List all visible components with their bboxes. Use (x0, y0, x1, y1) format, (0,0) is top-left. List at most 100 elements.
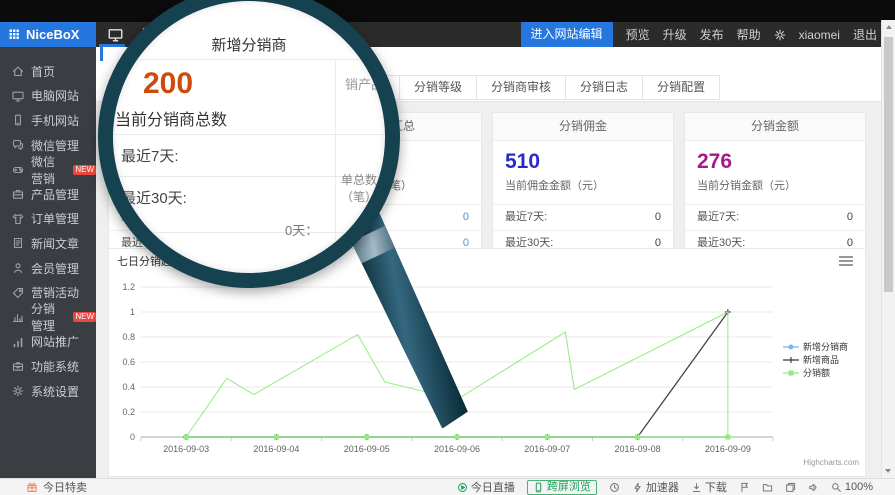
publish-link[interactable]: 发布 (700, 26, 724, 43)
enter-site-editor-button[interactable]: 进入网站编辑 (521, 22, 613, 47)
download-button[interactable]: 下载 (691, 479, 727, 495)
sidebar-item-wechat-marketing[interactable]: 微信营销NEW (0, 157, 96, 182)
legend-item[interactable]: 分销额 (803, 367, 830, 378)
sidebar-item-pc-site[interactable]: 电脑网站 (0, 84, 96, 109)
download-icon (691, 482, 702, 493)
card-value: 510 (505, 150, 661, 175)
svg-text:2016-09-08: 2016-09-08 (615, 444, 661, 454)
sidebar: 首页 电脑网站 手机网站 微信管理 微信营销NEW 产品管理 订单管理 新闻文章… (0, 47, 96, 478)
home-icon (12, 65, 24, 77)
svg-text:2016-09-06: 2016-09-06 (434, 444, 480, 454)
grid-menu-icon (9, 29, 20, 40)
svg-text:2016-09-04: 2016-09-04 (253, 444, 299, 454)
svg-text:0.4: 0.4 (122, 382, 135, 392)
svg-text:0: 0 (130, 432, 135, 442)
sidebar-item-products[interactable]: 产品管理 (0, 182, 96, 207)
upgrade-link[interactable]: 升级 (663, 26, 687, 43)
svg-text:0.8: 0.8 (122, 332, 135, 342)
svg-text:2016-09-05: 2016-09-05 (344, 444, 390, 454)
dashboard-window: NiceBoX 进入网站编辑 预览 升级 发布 帮助 xiaomei 退出 首页… (0, 0, 895, 495)
mobile-icon (12, 114, 24, 126)
logout-link[interactable]: 退出 (853, 26, 877, 43)
promotion-icon (12, 336, 24, 348)
trend-chart: 0 0.2 0.4 0.6 0.8 1 1.2 2016-09-03 2016-09-04 201… (111, 269, 863, 469)
magnified-card-value: 200 (143, 67, 193, 101)
svg-text:0.2: 0.2 (122, 407, 135, 417)
desktop-icon (12, 90, 24, 102)
svg-text:2016-09-07: 2016-09-07 (524, 444, 570, 454)
magnified-row-7days: 最近7天: (121, 145, 179, 166)
window-button[interactable] (785, 482, 796, 493)
chart-menu-button[interactable] (837, 254, 855, 268)
history-button[interactable] (609, 482, 620, 493)
zoom-icon (831, 482, 842, 493)
wechat-icon (12, 139, 24, 151)
help-link[interactable]: 帮助 (737, 26, 761, 43)
legend-item[interactable]: 新增分销商 (803, 341, 848, 352)
svg-text:2016-09-09: 2016-09-09 (705, 444, 751, 454)
sidebar-item-orders[interactable]: 订单管理 (0, 207, 96, 232)
live-today-button[interactable]: 今日直播 (457, 479, 515, 495)
svg-text:1.2: 1.2 (122, 282, 135, 292)
sound-button[interactable] (808, 482, 819, 493)
sidebar-item-promotion[interactable]: 网站推广 (0, 330, 96, 355)
settings-icon (12, 385, 24, 397)
app-logo[interactable]: NiceBoX (0, 22, 96, 47)
sidebar-item-home[interactable]: 首页 (0, 59, 96, 84)
new-badge: NEW (73, 165, 96, 175)
sidebar-item-functions[interactable]: 功能系统 (0, 354, 96, 379)
folder-icon (762, 482, 773, 493)
booster-icon (632, 482, 643, 493)
flag-button[interactable] (739, 482, 750, 493)
card-value: 276 (697, 150, 853, 175)
wechat-marketing-icon (12, 164, 24, 176)
live-icon (457, 482, 468, 493)
order-icon (12, 213, 24, 225)
folder-button[interactable] (762, 482, 773, 493)
scrollbar-thumb[interactable] (884, 37, 893, 292)
vertical-scrollbar (881, 20, 895, 478)
preview-link[interactable]: 预览 (626, 26, 650, 43)
function-icon (12, 360, 24, 372)
tab-distribution-levels[interactable]: 分销等级 (399, 75, 477, 100)
sidebar-item-mobile-site[interactable]: 手机网站 (0, 108, 96, 133)
history-icon (609, 482, 620, 493)
gear-icon[interactable] (774, 29, 786, 41)
tab-distributor-review[interactable]: 分销商审核 (476, 75, 566, 100)
todays-deals-button[interactable]: 今日特卖 (26, 479, 87, 495)
window-icon (785, 482, 796, 493)
cross-screen-browse-button[interactable]: 跨屏浏览 (527, 480, 597, 495)
zoom-level-button[interactable]: 100% (831, 481, 873, 493)
sidebar-item-settings[interactable]: 系统设置 (0, 379, 96, 404)
booster-button[interactable]: 加速器 (632, 479, 679, 495)
legend-item[interactable]: 新增商品 (803, 354, 839, 365)
tab-distribution-config[interactable]: 分销配置 (642, 75, 720, 100)
chart-credit[interactable]: Highcharts.com (803, 458, 859, 467)
tab-distribution-log[interactable]: 分销日志 (565, 75, 643, 100)
distribution-icon (12, 311, 24, 323)
new-badge: NEW (73, 312, 96, 322)
svg-text:2016-09-03: 2016-09-03 (163, 444, 209, 454)
magnified-row-30days: 最近30天: (121, 187, 187, 208)
svg-text:1: 1 (130, 307, 135, 317)
status-bar: 今日特卖 今日直播 跨屏浏览 加速器 下载 100% (0, 478, 895, 495)
cross-screen-icon (533, 482, 544, 493)
username[interactable]: xiaomei (799, 28, 840, 42)
magnified-card-title: 新增分销商 (113, 34, 385, 55)
member-icon (12, 262, 24, 274)
sidebar-item-distribution[interactable]: 分销管理NEW (0, 305, 96, 330)
scroll-down-arrow[interactable] (885, 469, 891, 473)
app-logo-text: NiceBoX (26, 27, 79, 42)
sidebar-item-news[interactable]: 新闻文章 (0, 231, 96, 256)
active-indicator (100, 47, 103, 61)
sidebar-item-members[interactable]: 会员管理 (0, 256, 96, 281)
svg-text:0.6: 0.6 (122, 357, 135, 367)
news-icon (12, 237, 24, 249)
sale-icon (26, 481, 38, 493)
flag-icon (739, 482, 750, 493)
window-top-strip (0, 0, 895, 22)
magnified-fragment: 销产品 (345, 74, 384, 93)
magnified-fragment: 单总数（笔） (341, 171, 385, 205)
card-distribution-amount: 分销金额 276 当前分销金额（元） 最近7天:0 最近30天:0 (684, 112, 866, 257)
scroll-up-arrow[interactable] (886, 25, 892, 29)
